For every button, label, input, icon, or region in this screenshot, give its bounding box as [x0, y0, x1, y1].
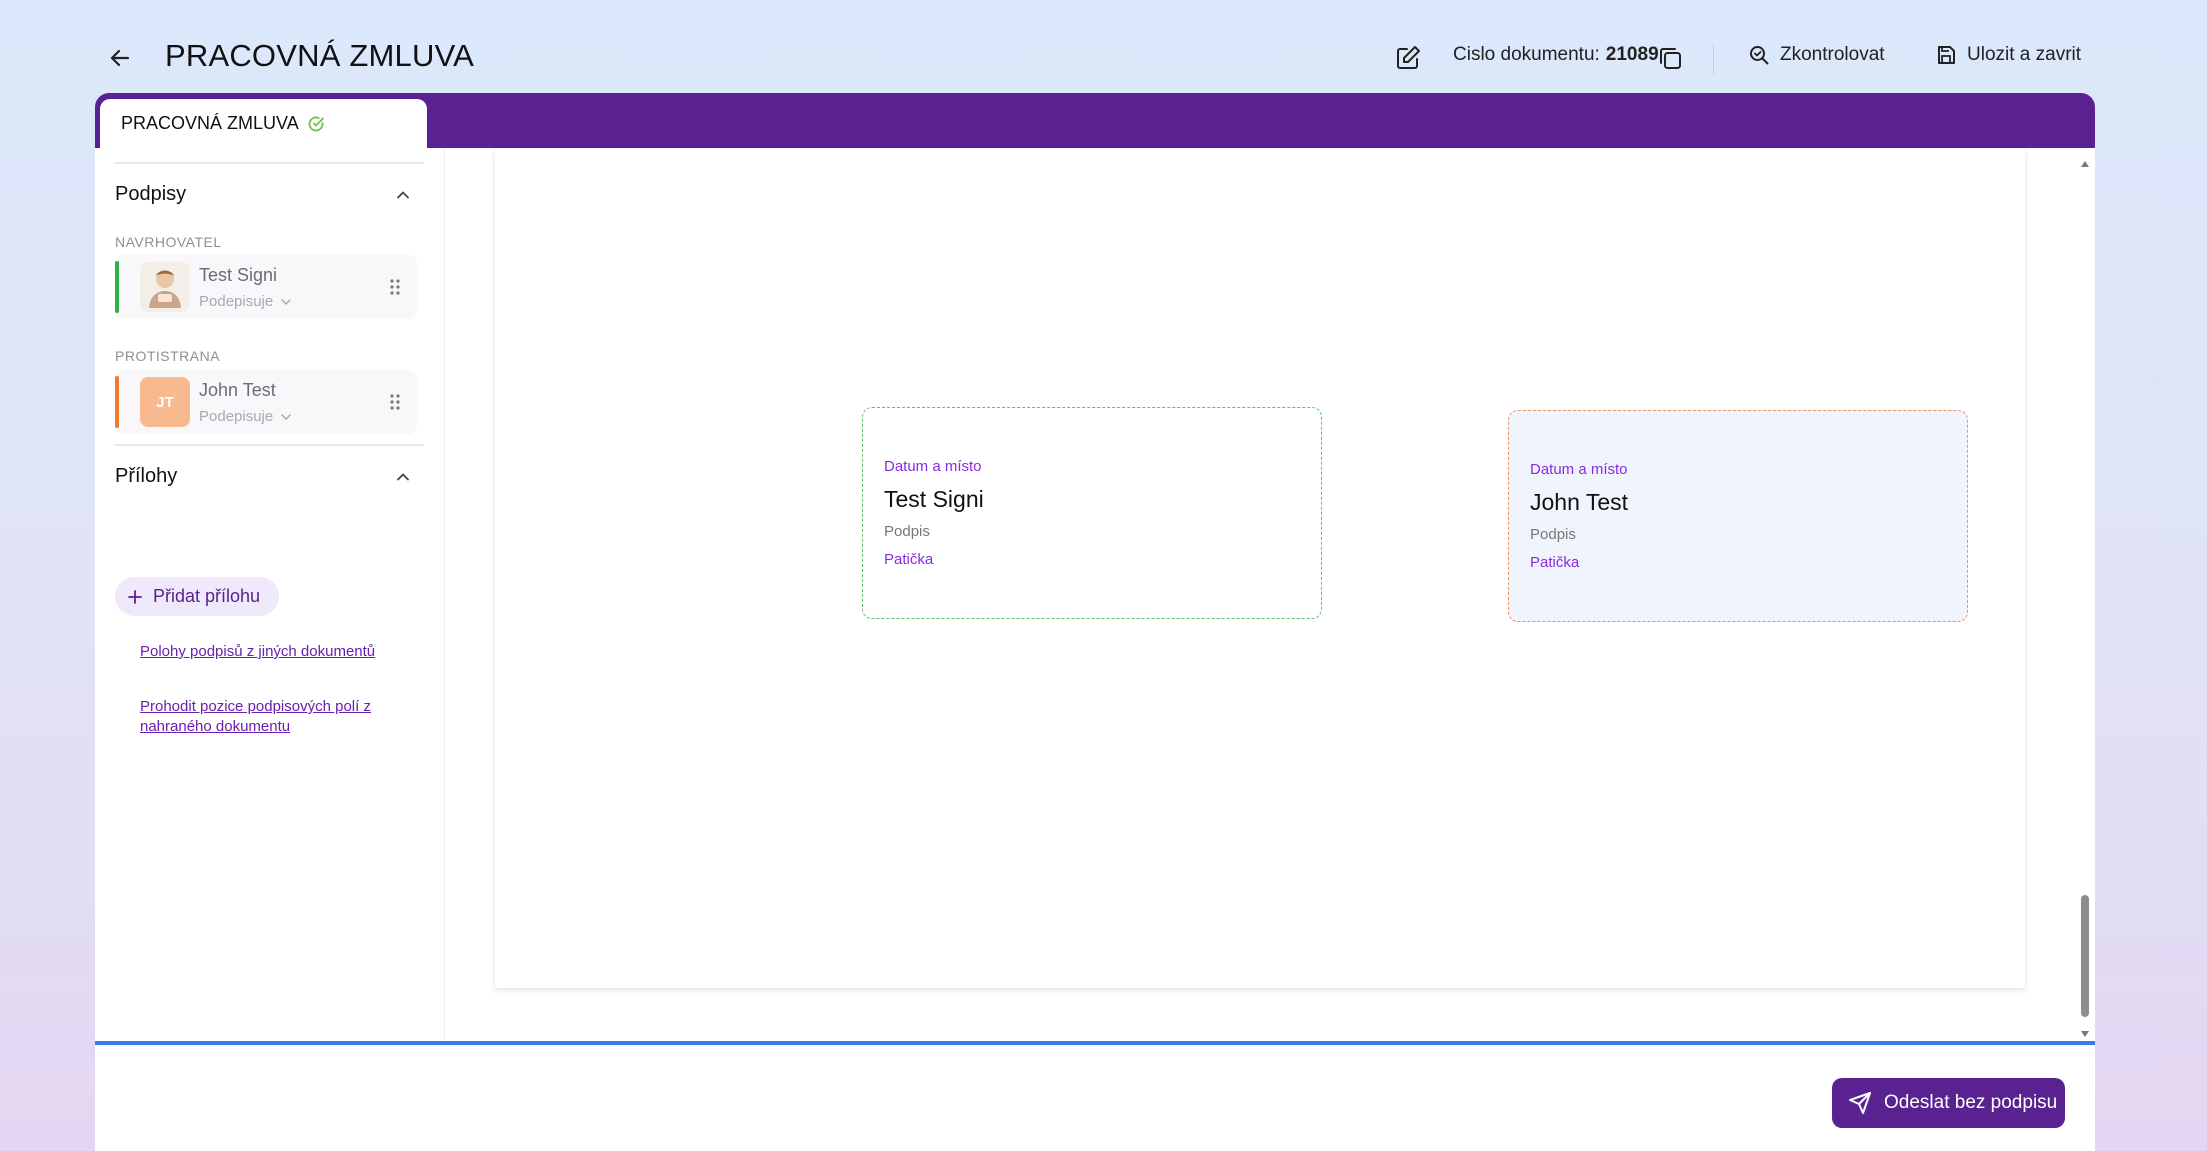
send-icon — [1849, 1092, 1871, 1114]
search-check-icon — [1750, 46, 1769, 65]
attachments-section-title: Přílohy — [115, 465, 178, 487]
chevron-down-icon — [281, 413, 291, 420]
link-swap-signature-fields[interactable]: Prohodit pozice podpisových polí z nahra… — [140, 697, 400, 737]
signer-role-dropdown[interactable]: Podepisuje — [199, 293, 293, 310]
signatures-section-title: Podpisy — [115, 183, 187, 205]
tab-label: PRACOVNÁ ZMLUVA — [121, 113, 299, 133]
drag-handle-icon[interactable] — [389, 277, 401, 302]
check-button[interactable]: Zkontrolovat — [1748, 44, 1885, 66]
signer-status: Podepisuje — [199, 293, 274, 310]
plus-icon — [128, 589, 142, 604]
document-number: Cislo dokumentu: 21089 — [1453, 44, 1659, 66]
signer-card-john-test[interactable]: JT John Test Podepisuje — [115, 370, 417, 434]
signature-label: Podpis — [884, 523, 930, 540]
sidebar: Podpisy NAVRHOVATEL Test Signi Podepisuj… — [95, 148, 445, 1039]
tab-pracovna-zmluva[interactable]: PRACOVNÁ ZMLUVA — [100, 99, 427, 148]
date-place-label: Datum a místo — [1530, 461, 1628, 478]
sidebar-divider — [114, 444, 424, 446]
drag-handle-icon[interactable] — [389, 392, 401, 417]
add-attachment-button[interactable]: Přidat přílohu — [115, 577, 279, 616]
date-place-label: Datum a místo — [884, 458, 982, 475]
document-page: Datum a místo Test Signi Podpis Patička … — [495, 148, 2025, 988]
send-label: Odeslat bez podpisu — [1884, 1092, 2058, 1113]
signer-role-dropdown[interactable]: Podepisuje — [199, 408, 293, 425]
main-card: PRACOVNÁ ZMLUVA Podpisy NAVRHOVATEL Test… — [95, 93, 2095, 1151]
check-label: Zkontrolovat — [1780, 44, 1885, 65]
signer-status: Podepisuje — [199, 408, 274, 425]
page-title: PRACOVNÁ ZMLUVA — [165, 38, 475, 73]
chevron-down-icon — [281, 298, 291, 305]
chevron-up-icon[interactable] — [393, 467, 413, 487]
check-circle-icon — [308, 116, 324, 131]
signature-box-test-signi[interactable]: Datum a místo Test Signi Podpis Patička — [862, 407, 1322, 619]
document-tabbar: PRACOVNÁ ZMLUVA — [95, 93, 2095, 148]
save-close-button[interactable]: Ulozit a zavrit — [1935, 44, 2081, 66]
app-header: PRACOVNÁ ZMLUVA Cislo dokumentu: 21089 Z… — [0, 0, 2207, 93]
signer-name: John Test — [1530, 489, 1629, 515]
send-without-signature-button[interactable]: Odeslat bez podpisu — [1832, 1078, 2065, 1128]
footer-divider — [95, 1041, 2095, 1045]
scroll-up-arrow-icon[interactable] — [2080, 155, 2090, 173]
header-divider — [1713, 44, 1714, 74]
back-arrow-icon[interactable] — [104, 42, 136, 74]
proposer-label: NAVRHOVATEL — [115, 234, 222, 250]
doc-number-label: Cislo dokumentu: — [1453, 44, 1600, 65]
signer-card-test-signi[interactable]: Test Signi Podepisuje — [115, 255, 417, 319]
add-attachment-label: Přidat přílohu — [153, 586, 261, 606]
chevron-up-icon[interactable] — [393, 185, 413, 205]
copy-icon[interactable] — [1656, 44, 1684, 72]
doc-number-value: 21089 — [1605, 44, 1659, 65]
scrollbar[interactable] — [2077, 155, 2093, 1037]
save-icon — [1938, 46, 1955, 64]
sidebar-divider — [114, 162, 424, 164]
save-label: Ulozit a zavrit — [1967, 44, 2082, 65]
footer-label: Patička — [1530, 554, 1580, 571]
signature-label: Podpis — [1530, 526, 1576, 543]
footer-label: Patička — [884, 551, 934, 568]
signer-name: Test Signi — [884, 486, 984, 512]
signer-name: Test Signi — [199, 265, 278, 285]
signer-name: John Test — [199, 380, 276, 400]
avatar — [140, 262, 190, 312]
link-signature-positions[interactable]: Polohy podpisů z jiných dokumentů — [140, 642, 400, 662]
signer-color-bar — [115, 376, 119, 428]
scroll-thumb[interactable] — [2081, 895, 2089, 1017]
edit-icon[interactable] — [1394, 44, 1422, 72]
signer-color-bar — [115, 261, 119, 313]
signature-box-john-test[interactable]: Datum a místo John Test Podpis Patička — [1508, 410, 1968, 622]
counterparty-label: PROTISTRANA — [115, 348, 221, 364]
avatar: JT — [140, 377, 190, 427]
